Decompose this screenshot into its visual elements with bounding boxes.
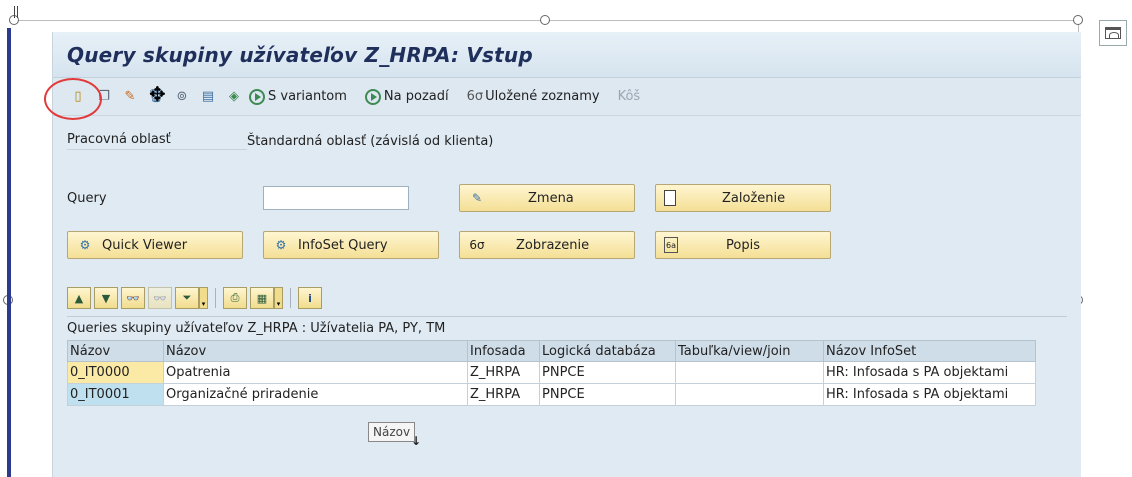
workspace-row: Pracovná oblasť Štandardná oblasť (závis… — [67, 128, 1067, 154]
table-cell[interactable]: 0_IT0000 — [67, 361, 164, 384]
display-button-label: Zobrazenie — [516, 237, 590, 253]
highlight-annotation-circle — [44, 78, 102, 120]
query-label: Query — [67, 190, 107, 206]
execute-icon[interactable]: ◈ — [223, 87, 245, 107]
column-header[interactable]: Názov InfoSet — [823, 340, 1036, 362]
table-cell[interactable] — [675, 383, 824, 406]
table-cell[interactable] — [675, 361, 824, 384]
quick-viewer-icon: ⚙ — [79, 238, 91, 252]
information-icon[interactable]: i — [298, 287, 322, 309]
table-cell[interactable]: HR: Infosada s PA objektami — [823, 383, 1036, 406]
table-cell[interactable]: HR: Infosada s PA objektami — [823, 361, 1036, 384]
saved-lists-label: Uložené zoznamy — [485, 89, 600, 104]
change-icon[interactable]: ✎ — [119, 87, 141, 107]
pencil-icon: ✎ — [471, 191, 483, 205]
alv-toolbar: ▲ ▼ 👓 👓 ⏷ ▾ ⎙ ▦ ▾ i — [67, 284, 1067, 312]
transport-icon[interactable]: ▤ — [197, 87, 219, 107]
quick-viewer-button[interactable]: ⚙ Quick Viewer — [67, 231, 243, 259]
layout-options-button[interactable] — [1099, 20, 1127, 46]
sort-ascending-icon[interactable]: ▲ — [67, 287, 91, 309]
layout-dropdown-icon[interactable]: ▾ — [274, 287, 283, 309]
glasses-icon: 6σ — [466, 89, 484, 104]
execute-with-variant-label: S variantom — [268, 89, 347, 104]
mouse-cursor-icon: ↓ — [411, 434, 422, 448]
new-document-icon — [664, 190, 676, 206]
application-toolbar: ▯ ❐ ✎ 🗑 ⊚ ▤ ◈ S variantom Na pozadí 6σ U… — [44, 78, 1081, 120]
description-button[interactable]: 6a Popis — [655, 231, 831, 259]
main-content: Pracovná oblasť Štandardná oblasť (závis… — [53, 116, 1081, 448]
saved-lists-button[interactable]: 6σ Uložené zoznamy — [467, 85, 600, 109]
filter-icon[interactable]: ⏷ — [175, 287, 199, 309]
move-cursor-icon: ✥ — [149, 82, 166, 106]
screenshot-root: Query skupiny užívateľov Z_HRPA: Vstup ▯… — [0, 0, 1132, 477]
query-row: Query ✎ Zmena Založenie — [67, 184, 1067, 212]
sap-window: Query skupiny užívateľov Z_HRPA: Vstup ▯… — [44, 32, 1081, 477]
change-button[interactable]: ✎ Zmena — [459, 184, 635, 212]
column-header[interactable]: Názov — [67, 340, 164, 362]
table-cell[interactable]: Z_HRPA — [467, 361, 540, 384]
infoset-query-button[interactable]: ⚙ InfoSet Query — [263, 231, 439, 259]
column-header[interactable]: Tabuľka/view/join — [675, 340, 824, 362]
column-header[interactable]: Názov — [163, 340, 468, 362]
grid-title-text: Queries skupiny užívateľov Z_HRPA : Užív… — [67, 321, 446, 336]
description-icon: 6a — [664, 237, 678, 253]
tools-row: ⚙ Quick Viewer ⚙ InfoSet Query 6σ Zobraz… — [67, 230, 1067, 260]
resize-handle-top-right[interactable] — [1073, 15, 1083, 25]
create-button-label: Založenie — [722, 190, 786, 206]
rotate-handle[interactable] — [14, 6, 18, 18]
trash-button[interactable]: Kôš — [618, 85, 641, 109]
separator — [215, 288, 216, 308]
sort-descending-icon[interactable]: ▼ — [94, 287, 118, 309]
trash-label: Kôš — [617, 89, 641, 104]
background-button[interactable]: Na pozadí — [364, 85, 449, 109]
layout-icon[interactable]: ▦ — [250, 287, 274, 309]
column-tooltip: Názov — [368, 422, 416, 442]
layout-options-icon — [1105, 27, 1121, 39]
window-title: Query skupiny užívateľov Z_HRPA: Vstup — [67, 42, 533, 67]
infoset-query-icon: ⚙ — [275, 238, 287, 252]
find-next-icon[interactable]: 👓 — [148, 287, 172, 309]
table-cell[interactable]: 0_IT0001 — [67, 383, 164, 406]
info-icon[interactable]: ⊚ — [171, 87, 193, 107]
execute-icon — [249, 88, 265, 105]
resize-handle-top-center[interactable] — [540, 15, 550, 25]
document-margin-bar — [7, 28, 11, 477]
table-row[interactable]: 0_IT0000 Opatrenia Z_HRPA PNPCE HR: Info… — [67, 361, 1036, 384]
table-cell[interactable]: Organizačné priradenie — [163, 383, 468, 406]
column-header[interactable]: Logická databáza — [539, 340, 676, 362]
table-cell[interactable]: PNPCE — [539, 361, 676, 384]
queries-table: Názov Názov Infosada Logická databáza Ta… — [67, 340, 1036, 406]
table-cell[interactable]: PNPCE — [539, 383, 676, 406]
table-cell[interactable]: Opatrenia — [163, 361, 468, 384]
infoset-query-label: InfoSet Query — [298, 237, 388, 253]
workspace-value: Štandardná oblasť (závislá od klienta) — [247, 133, 494, 149]
change-button-label: Zmena — [528, 190, 574, 206]
filter-dropdown-icon[interactable]: ▾ — [199, 287, 208, 309]
execute-icon — [364, 88, 381, 105]
table-cell[interactable]: Z_HRPA — [467, 383, 540, 406]
create-button[interactable]: Založenie — [655, 184, 831, 212]
query-input[interactable] — [263, 186, 409, 210]
column-header[interactable]: Infosada — [467, 340, 540, 362]
table-row[interactable]: 0_IT0001 Organizačné priradenie Z_HRPA P… — [67, 383, 1036, 406]
glasses-icon: 6σ — [469, 238, 485, 252]
description-button-label: Popis — [726, 237, 760, 253]
workspace-label: Pracovná oblasť — [67, 132, 247, 150]
separator — [290, 288, 291, 308]
table-header-row: Názov Názov Infosada Logická databáza Ta… — [67, 340, 1036, 362]
title-bar: Query skupiny užívateľov Z_HRPA: Vstup — [53, 32, 1081, 78]
print-icon[interactable]: ⎙ — [223, 287, 247, 309]
execute-with-variant-button[interactable]: S variantom — [249, 85, 347, 109]
background-label: Na pozadí — [383, 89, 449, 104]
find-icon[interactable]: 👓 — [121, 287, 145, 309]
display-button[interactable]: 6σ Zobrazenie — [459, 231, 635, 259]
grid-title: Queries skupiny užívateľov Z_HRPA : Užív… — [67, 316, 1067, 340]
quick-viewer-label: Quick Viewer — [102, 237, 188, 253]
